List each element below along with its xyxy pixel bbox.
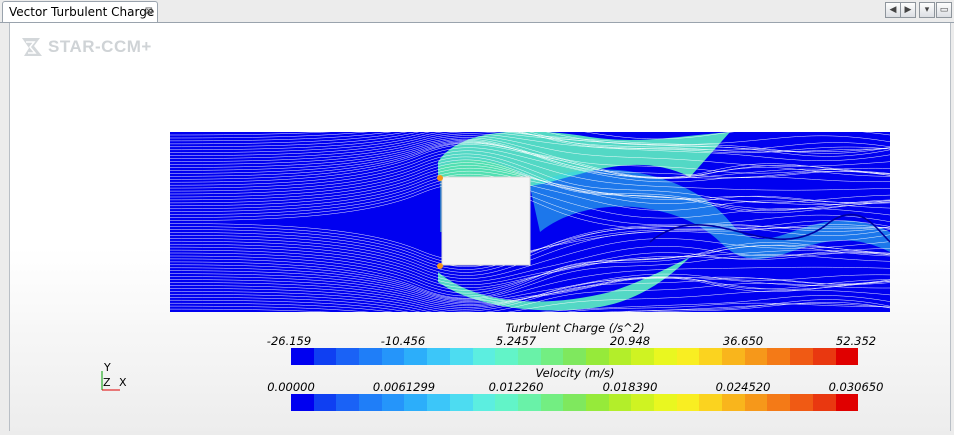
colorbar-cell xyxy=(517,348,541,365)
legend-1-tick: 52.352 xyxy=(835,334,877,348)
close-icon[interactable]: ⊠ xyxy=(145,2,153,22)
colorbar-cell xyxy=(495,348,518,365)
tab-vector-turbulent-charge[interactable]: Vector Turbulent Charge ⊠ xyxy=(2,1,158,22)
legend-1-title: Turbulent Charge (/s^2) xyxy=(505,321,645,335)
colorbar-cell xyxy=(449,394,473,411)
tab-strip: Vector Turbulent Charge ⊠ ◀ ▶ ▾ ▭ xyxy=(0,0,954,23)
colorbar-cell xyxy=(336,394,360,411)
legend-1-tick: 20.948 xyxy=(609,334,651,348)
colorbar-cell xyxy=(744,348,768,365)
colorbar-cell xyxy=(404,348,428,365)
streamline-plot xyxy=(170,132,890,312)
square-obstacle xyxy=(441,176,531,266)
scroll-right-icon[interactable]: ▶ xyxy=(900,2,916,18)
colorbar-cell xyxy=(676,348,700,365)
colorbar-cell xyxy=(472,394,496,411)
colorbar-cell xyxy=(563,394,586,411)
colorbar-cell xyxy=(540,348,564,365)
colorbar-cell xyxy=(585,348,609,365)
colorbar-cell xyxy=(654,394,677,411)
colorbar-cell xyxy=(654,348,677,365)
hot-spot-top xyxy=(437,175,443,181)
legend-1-colorbar xyxy=(291,348,859,365)
colorbar-cell xyxy=(699,348,723,365)
scroll-left-icon[interactable]: ◀ xyxy=(885,2,901,18)
colorbar-cell xyxy=(722,348,745,365)
axis-triad: Y Z X xyxy=(98,361,138,395)
legend-1-tick: -10.456 xyxy=(380,334,426,348)
colorbar-cell xyxy=(631,348,654,365)
colorbar-cell xyxy=(291,348,314,365)
colorbar-cell xyxy=(563,348,586,365)
axis-y-label: Y xyxy=(104,361,111,374)
axis-z-label: Z xyxy=(103,376,111,389)
colorbar-cell xyxy=(790,394,813,411)
legend-1-tick: 36.650 xyxy=(722,334,764,348)
star-ccm-logo-icon xyxy=(22,38,42,56)
colorbar-cell xyxy=(427,348,450,365)
logo-text: STAR-CCM+ xyxy=(48,37,152,56)
colorbar-cell xyxy=(381,394,405,411)
colorbar-cell xyxy=(404,394,428,411)
colorbar-cell xyxy=(744,394,768,411)
colorbar-cell xyxy=(676,394,700,411)
colorbar-cell xyxy=(812,394,836,411)
colorbar-cell xyxy=(359,394,382,411)
legend-2-title: Velocity (m/s) xyxy=(535,366,615,380)
hot-spot-bottom xyxy=(437,263,443,269)
tab-title: Vector Turbulent Charge xyxy=(9,5,155,19)
colorbar-cell xyxy=(812,348,836,365)
colorbar-cell xyxy=(835,394,859,411)
colorbar-cell xyxy=(472,348,496,365)
colorbar-cell xyxy=(291,394,314,411)
colorbar-cell xyxy=(767,394,791,411)
colorbar-cell xyxy=(313,394,337,411)
legend-2-colorbar xyxy=(291,394,859,411)
maximize-icon[interactable]: ▭ xyxy=(936,2,952,18)
axis-x-label: X xyxy=(119,376,127,389)
colorbar-cell xyxy=(790,348,813,365)
colorbar-cell xyxy=(699,394,723,411)
colorbar-cell xyxy=(608,348,632,365)
legend-2-tick: 0.012260 xyxy=(488,380,544,394)
star-ccm-logo: STAR-CCM+ xyxy=(20,35,152,59)
colorbar-cell xyxy=(359,348,382,365)
legend-2-tick: 0.0061299 xyxy=(372,380,436,394)
legend-1-tick: 5.2457 xyxy=(495,334,537,348)
view-menu-icon[interactable]: ▾ xyxy=(919,2,935,18)
colorbar-cell xyxy=(835,348,859,365)
legend-2-tick: 0.024520 xyxy=(715,380,771,394)
colorbar-cell xyxy=(767,348,791,365)
colorbar-cell xyxy=(427,394,450,411)
scene-viewport[interactable]: STAR-CCM+ Turbulent Charge (/s^2) -26.15… xyxy=(9,23,951,431)
colorbar-cell xyxy=(449,348,473,365)
colorbar-cell xyxy=(313,348,337,365)
colorbar-cell xyxy=(381,348,405,365)
colorbar-cell xyxy=(495,394,518,411)
colorbar-cell xyxy=(336,348,360,365)
colorbar-cell xyxy=(722,394,745,411)
colorbar-cell xyxy=(608,394,632,411)
colorbar-cell xyxy=(517,394,541,411)
legend-2-tick: 0.018390 xyxy=(602,380,658,394)
legend-2-tick: 0.00000 xyxy=(267,380,315,394)
colorbar-cell xyxy=(540,394,564,411)
colorbar-cell xyxy=(631,394,654,411)
colorbar-cell xyxy=(585,394,609,411)
legend-2-tick: 0.030650 xyxy=(828,380,884,394)
legend-1-tick: -26.159 xyxy=(266,334,312,348)
